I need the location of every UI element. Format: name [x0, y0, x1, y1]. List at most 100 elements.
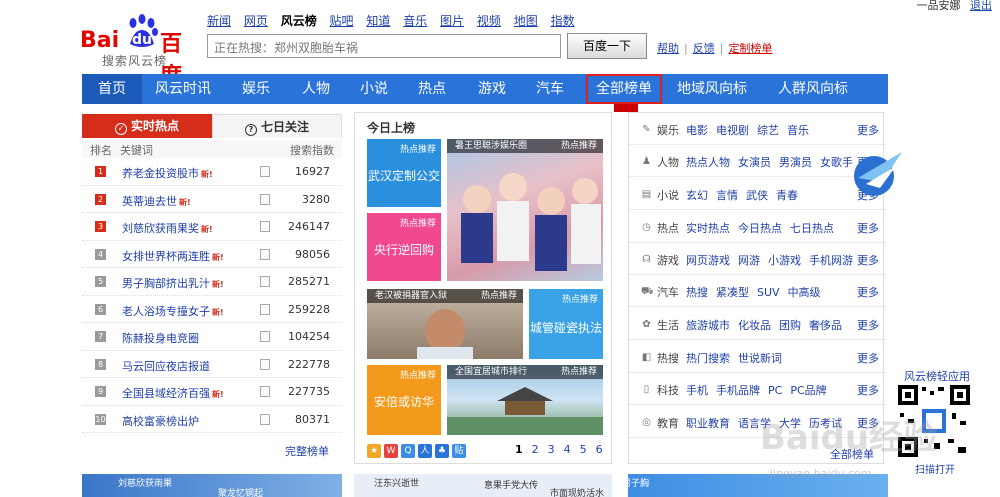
category-link[interactable]: PC品牌 — [790, 384, 826, 397]
tab-seven-day[interactable]: ? 七日关注 — [212, 114, 342, 138]
keyword-link[interactable]: 老人浴场专撞女子 新! — [122, 303, 224, 319]
prodnav-tieba[interactable]: 贴吧 — [330, 14, 354, 28]
document-icon[interactable] — [260, 276, 270, 287]
category-name[interactable]: 汽车 — [657, 284, 679, 300]
document-icon[interactable] — [260, 413, 270, 425]
table-row[interactable]: 3 刘慈欣获雨果奖 新! 246147 — [82, 213, 342, 241]
photo-wang-sicong[interactable]: 暑王思聪涉娱乐圈 热点推荐 — [447, 139, 603, 281]
nav-people[interactable]: 人物 — [290, 74, 342, 104]
baidu-paw-icon[interactable]: ♣ — [435, 444, 449, 458]
keyword-link[interactable]: 养老金投资股市 新! — [122, 165, 213, 181]
category-link[interactable]: 旅游城市 — [686, 319, 730, 332]
category-link[interactable]: 手机 — [686, 384, 708, 397]
document-icon[interactable] — [260, 166, 270, 177]
more-link[interactable]: 更多 — [857, 252, 879, 268]
category-name[interactable]: 热点 — [657, 220, 679, 236]
weibo-icon[interactable]: W — [384, 444, 398, 458]
nav-game[interactable]: 游戏 — [466, 74, 518, 104]
document-icon[interactable] — [260, 303, 270, 315]
feedback-link[interactable]: 反馈 — [693, 42, 715, 55]
nav-crowd[interactable]: 人群风向标 — [770, 74, 856, 104]
table-row[interactable]: 6 老人浴场专撞女子 新! 259228 — [82, 296, 342, 323]
prodnav-fengyunbang[interactable]: 风云榜 — [281, 14, 317, 28]
category-link[interactable]: 化妆品 — [738, 319, 771, 332]
keyword-link[interactable]: 刘慈欣获雨果奖 新! — [122, 220, 213, 236]
category-link[interactable]: 中高级 — [788, 286, 821, 299]
category-link[interactable]: 电影 — [686, 124, 708, 137]
prodnav-news[interactable]: 新闻 — [207, 14, 231, 28]
document-icon[interactable] — [260, 221, 270, 232]
document-icon[interactable] — [260, 331, 270, 342]
keyword-link[interactable]: 高校富豪榜出炉 — [122, 413, 199, 429]
more-link[interactable]: 更多 — [857, 317, 879, 333]
category-link[interactable]: 电视剧 — [716, 124, 749, 137]
nav-hot[interactable]: 热点 — [406, 74, 458, 104]
keyword-link[interactable]: 英蒂迪去世 新! — [122, 193, 191, 209]
more-link[interactable]: 更多 — [857, 382, 879, 398]
prodnav-images[interactable]: 图片 — [440, 14, 464, 28]
tile-chengguan[interactable]: 热点推荐 城管碰瓷执法 — [529, 289, 603, 359]
page-4[interactable]: 4 — [564, 443, 571, 456]
category-link[interactable]: 职业教育 — [686, 417, 730, 430]
category-link[interactable]: 实时热点 — [686, 222, 730, 235]
table-row[interactable]: 10 高校富豪榜出炉 80371 — [82, 406, 342, 433]
baidu-logo[interactable]: Bai du 百度 搜索风云榜 — [80, 12, 198, 89]
category-link[interactable]: 手机网游 — [809, 254, 853, 267]
tieba-icon[interactable]: 贴 — [452, 444, 466, 458]
keyword-link[interactable]: 陈赫投身电竞圈 — [122, 330, 199, 346]
star-icon[interactable]: ★ — [367, 444, 381, 458]
photo-old-man[interactable]: 老汉被捐器官入狱 热点推荐 — [367, 289, 523, 359]
more-link[interactable]: 更多 — [857, 284, 879, 300]
table-row[interactable]: 8 马云回应夜店报道 222778 — [82, 351, 342, 378]
category-link[interactable]: 网游 — [738, 254, 760, 267]
category-link[interactable]: 青春 — [776, 189, 798, 202]
nav-news[interactable]: 风云时讯 — [144, 74, 222, 104]
tile-central-bank[interactable]: 热点推荐 央行逆回购 — [367, 213, 441, 281]
nav-home[interactable]: 首页 — [82, 74, 142, 104]
prodnav-video[interactable]: 视频 — [477, 14, 501, 28]
category-link[interactable]: 手机品牌 — [716, 384, 760, 397]
document-icon[interactable] — [260, 386, 270, 397]
table-row[interactable]: 2 英蒂迪去世 新! 3280 — [82, 186, 342, 213]
category-name[interactable]: 娱乐 — [657, 122, 679, 138]
keyword-link[interactable]: 马云回应夜店报道 — [122, 358, 210, 374]
category-link[interactable]: 热搜 — [686, 286, 708, 299]
category-name[interactable]: 人物 — [657, 154, 679, 170]
banner-1[interactable]: 刘慈欣获雨果 聚龙忆钢起 — [82, 474, 342, 497]
page-2[interactable]: 2 — [532, 443, 539, 456]
category-link[interactable]: 小游戏 — [768, 254, 801, 267]
category-link[interactable]: 男演员 — [779, 156, 812, 169]
category-link[interactable]: PC — [768, 384, 782, 397]
user-name[interactable]: 一品安娜 — [917, 0, 961, 12]
nav-region[interactable]: 地域风向标 — [674, 74, 750, 104]
category-link[interactable]: 世说新词 — [738, 352, 782, 365]
category-name[interactable]: 小说 — [657, 187, 679, 203]
more-link[interactable]: 更多 — [857, 350, 879, 366]
table-row[interactable]: 9 全国县域经济百强 新! 227735 — [82, 378, 342, 406]
nav-car[interactable]: 汽车 — [524, 74, 576, 104]
nav-all-lists[interactable]: 全部榜单 — [586, 74, 662, 104]
prodnav-web[interactable]: 网页 — [244, 14, 268, 28]
category-link[interactable]: 武侠 — [746, 189, 768, 202]
prodnav-zhidao[interactable]: 知道 — [366, 14, 390, 28]
prodnav-map[interactable]: 地图 — [514, 14, 538, 28]
document-icon[interactable] — [260, 193, 270, 205]
search-input[interactable]: 正在热搜：郑州双胞胎车祸 — [207, 34, 561, 58]
qzone-icon[interactable]: Q — [401, 444, 415, 458]
table-row[interactable]: 4 女排世界杯两连胜 新! 98056 — [82, 241, 342, 268]
keyword-link[interactable]: 女排世界杯两连胜 新! — [122, 248, 224, 264]
category-link[interactable]: 团购 — [779, 319, 801, 332]
category-link[interactable]: 女歌手 — [820, 156, 853, 169]
photo-livable-city[interactable]: 全国宜居城市排行 热点推荐 — [447, 365, 603, 435]
category-link[interactable]: 热门搜索 — [686, 352, 730, 365]
category-link[interactable]: 奢侈品 — [809, 319, 842, 332]
keyword-link[interactable]: 全国县域经济百强 新! — [122, 385, 224, 401]
category-link[interactable]: 女演员 — [738, 156, 771, 169]
page-5[interactable]: 5 — [580, 443, 587, 456]
category-link[interactable]: 网页游戏 — [686, 254, 730, 267]
category-link[interactable]: SUV — [757, 286, 780, 299]
bird-mascot-icon[interactable] — [852, 148, 906, 198]
category-name[interactable]: 科技 — [657, 382, 679, 398]
category-name[interactable]: 游戏 — [657, 252, 679, 268]
category-name[interactable]: 教育 — [657, 415, 679, 431]
